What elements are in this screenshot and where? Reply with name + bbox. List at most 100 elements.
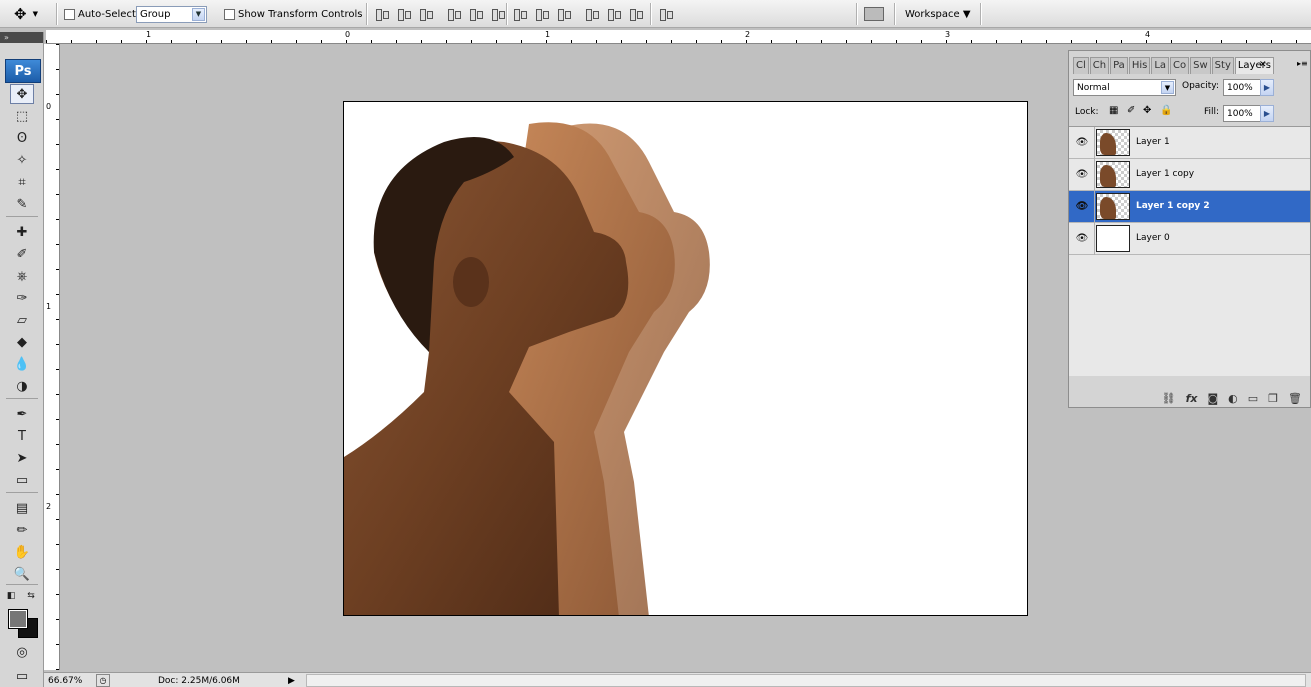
- dodge-icon[interactable]: ◑: [10, 376, 34, 396]
- new-layer-icon[interactable]: ❐: [1268, 392, 1278, 405]
- fill-input[interactable]: 100%: [1223, 105, 1261, 122]
- healing-brush-icon[interactable]: ✚: [10, 222, 34, 242]
- align-top-edges-icon[interactable]: [374, 6, 390, 22]
- marquee-icon[interactable]: ⬚: [10, 106, 34, 126]
- opacity-slider-button[interactable]: ▶: [1260, 79, 1274, 96]
- ps-logo[interactable]: Ps: [5, 59, 41, 83]
- show-transform-controls-checkbox[interactable]: [224, 8, 235, 20]
- chevron-down-icon: ▼: [32, 10, 38, 18]
- crop-icon[interactable]: ⌗: [10, 172, 34, 192]
- move-tool-preset-picker[interactable]: ✥ ▼: [14, 0, 38, 28]
- layer-row[interactable]: 👁 Layer 0: [1069, 223, 1310, 255]
- ruler-label: 2: [745, 30, 751, 39]
- distribute-bottom-icon[interactable]: [556, 6, 572, 22]
- auto-select-value: Group: [140, 8, 171, 20]
- adjustment-layer-icon[interactable]: ◐: [1228, 392, 1238, 405]
- panel-tab[interactable]: Sty: [1211, 57, 1234, 74]
- eye-icon[interactable]: 👁: [1075, 200, 1089, 212]
- eye-icon[interactable]: 👁: [1075, 232, 1089, 244]
- panel-tab[interactable]: La: [1151, 57, 1170, 74]
- panel-tab[interactable]: Pa: [1110, 57, 1128, 74]
- align-left-edges-icon[interactable]: [446, 6, 462, 22]
- align-right-edges-icon[interactable]: [490, 6, 506, 22]
- eyedropper-icon[interactable]: ✏: [10, 520, 34, 540]
- align-horizontal-centers-icon[interactable]: [468, 6, 484, 22]
- link-layers-icon[interactable]: ⛓: [1162, 392, 1176, 405]
- layer-style-icon[interactable]: fx: [1186, 392, 1198, 405]
- pen-icon[interactable]: ✒: [10, 404, 34, 424]
- distribute-left-icon[interactable]: [584, 6, 600, 22]
- blend-mode-dropdown[interactable]: Normal ▼: [1073, 79, 1176, 96]
- ruler-label: 0: [345, 30, 351, 39]
- align-vertical-centers-icon[interactable]: [396, 6, 412, 22]
- layer-name: Layer 0: [1136, 233, 1170, 243]
- hand-icon[interactable]: ✋: [10, 542, 34, 562]
- panel-tab[interactable]: Co: [1170, 57, 1190, 74]
- paint-bucket-icon[interactable]: ◆: [10, 332, 34, 352]
- toolbox-separator: [6, 584, 38, 585]
- layer-row[interactable]: 👁 Layer 1 copy: [1069, 159, 1310, 191]
- distribute-hcenter-icon[interactable]: [606, 6, 622, 22]
- thumbnail-image: [1100, 133, 1116, 155]
- quick-mask-icon[interactable]: ◎: [10, 642, 34, 662]
- eye-icon[interactable]: 👁: [1075, 136, 1089, 148]
- blend-mode-value: Normal: [1077, 82, 1110, 93]
- workspace-menu[interactable]: Workspace ▼: [905, 9, 971, 20]
- lock-all-icon[interactable]: 🔒: [1160, 105, 1172, 116]
- slice-icon[interactable]: ✎: [10, 194, 34, 214]
- type-icon[interactable]: T: [10, 426, 34, 446]
- notes-icon[interactable]: ▤: [10, 498, 34, 518]
- distribute-right-icon[interactable]: [628, 6, 644, 22]
- lock-image-icon[interactable]: ✐: [1127, 105, 1135, 116]
- panel-tab[interactable]: Ch: [1089, 57, 1110, 74]
- zoom-icon[interactable]: 🔍: [10, 564, 34, 584]
- opacity-input[interactable]: 100%: [1223, 79, 1261, 96]
- default-colors-icon[interactable]: ◧: [4, 589, 18, 603]
- chevron-down-icon: ▼: [192, 7, 205, 21]
- auto-select-checkbox[interactable]: [64, 8, 75, 20]
- panel-tab[interactable]: Cl: [1073, 57, 1089, 74]
- shape-icon[interactable]: ▭: [10, 470, 34, 490]
- screen-mode-icon[interactable]: ▭: [10, 666, 34, 686]
- align-bottom-edges-icon[interactable]: [418, 6, 434, 22]
- status-arrow-icon[interactable]: ▶: [288, 674, 295, 687]
- vertical-ruler[interactable]: 0 1 2: [44, 44, 60, 670]
- move-icon[interactable]: ✥: [10, 84, 34, 104]
- horizontal-ruler[interactable]: 1 0 1 2 3 4: [46, 30, 1311, 44]
- toolbox-grip[interactable]: »: [0, 32, 43, 43]
- history-brush-icon[interactable]: ✑: [10, 288, 34, 308]
- divider: [1094, 223, 1095, 255]
- clone-stamp-icon[interactable]: ⎈: [10, 266, 34, 286]
- lock-position-icon[interactable]: ✥: [1143, 105, 1151, 116]
- lasso-icon[interactable]: ʘ: [10, 128, 34, 148]
- panel-tab[interactable]: Sw: [1190, 57, 1211, 74]
- panel-menu-icon[interactable]: ▸≡: [1297, 59, 1308, 68]
- auto-select-dropdown[interactable]: Group ▼: [136, 5, 207, 23]
- close-icon[interactable]: ✕: [1259, 60, 1267, 70]
- blur-icon[interactable]: 💧: [10, 354, 34, 374]
- zoom-level[interactable]: 66.67%: [48, 674, 82, 687]
- new-group-icon[interactable]: ▭: [1248, 392, 1258, 405]
- foreground-color-swatch[interactable]: [8, 609, 28, 629]
- fill-slider-button[interactable]: ▶: [1260, 105, 1274, 122]
- distribute-center-icon[interactable]: [534, 6, 550, 22]
- status-menu-icon[interactable]: ◷: [96, 674, 110, 687]
- trash-icon[interactable]: 🗑: [1288, 392, 1302, 405]
- swap-colors-icon[interactable]: ⇆: [24, 589, 38, 603]
- horizontal-scrollbar[interactable]: [306, 674, 1306, 687]
- path-selection-icon[interactable]: ➤: [10, 448, 34, 468]
- eye-icon[interactable]: 👁: [1075, 168, 1089, 180]
- layer-row[interactable]: 👁 Layer 1 copy 2: [1069, 191, 1310, 223]
- layer-row[interactable]: 👁 Layer 1: [1069, 127, 1310, 159]
- document-canvas[interactable]: [343, 101, 1028, 616]
- auto-align-layers-icon[interactable]: [658, 6, 674, 22]
- magic-wand-icon[interactable]: ✧: [10, 150, 34, 170]
- add-mask-icon[interactable]: ◙: [1207, 392, 1218, 405]
- panel-tab[interactable]: His: [1128, 57, 1151, 74]
- lock-transparent-icon[interactable]: ▦: [1109, 105, 1118, 116]
- bridge-icon[interactable]: [864, 7, 884, 21]
- brush-icon[interactable]: ✐: [10, 244, 34, 264]
- panel-tab[interactable]: Layers: [1234, 57, 1274, 74]
- eraser-icon[interactable]: ▱: [10, 310, 34, 330]
- distribute-top-icon[interactable]: [512, 6, 528, 22]
